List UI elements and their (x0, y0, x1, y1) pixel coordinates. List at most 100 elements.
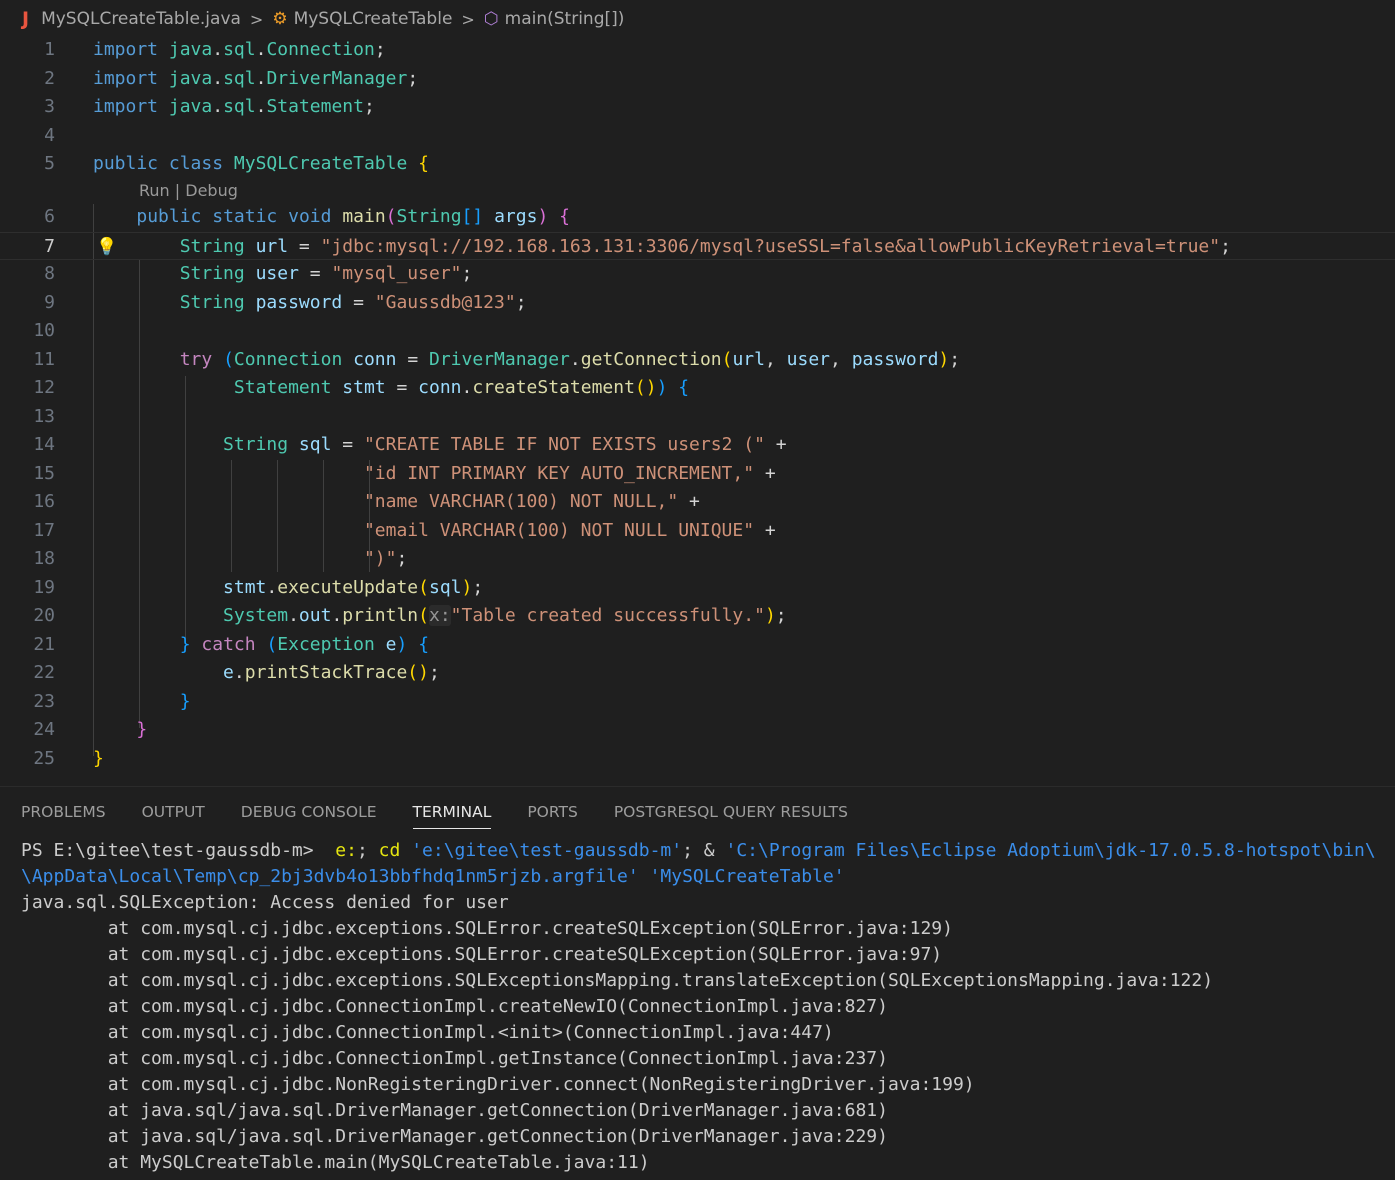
code-line[interactable]: 15 "id INT PRIMARY KEY AUTO_INCREMENT," … (0, 460, 1395, 488)
code-token: println (342, 605, 419, 626)
tab-postgresql-query-results[interactable]: POSTGRESQL QUERY RESULTS (614, 787, 848, 837)
code-line[interactable]: 8 String user = "mysql_user"; (0, 260, 1395, 288)
code-line[interactable]: 17 "email VARCHAR(100) NOT NULL UNIQUE" … (0, 517, 1395, 545)
code-line[interactable]: 20 System.out.println(x:"Table created s… (0, 602, 1395, 630)
code-token: . (212, 67, 224, 89)
code-token: . (331, 605, 343, 626)
code-line[interactable]: 18 ")"; (0, 545, 1395, 573)
code-text: "email VARCHAR(100) NOT NULL UNIQUE" + (93, 517, 776, 545)
code-line[interactable]: 13 (0, 403, 1395, 431)
code-line[interactable]: 5 public class MySQLCreateTable { (0, 150, 1395, 178)
code-token: + (678, 491, 700, 512)
code-line[interactable]: 23 } (0, 688, 1395, 716)
tab-ports[interactable]: PORTS (527, 787, 578, 837)
breadcrumb-file[interactable]: MySQLCreateTable.java (41, 9, 241, 29)
code-text: public class MySQLCreateTable { (93, 150, 429, 178)
line-number: 11 (33, 348, 55, 370)
line-number: 25 (33, 747, 55, 769)
line-number: 20 (33, 605, 55, 626)
terminal-text: e: (335, 840, 357, 861)
terminal-line: java.sql.SQLException: Access denied for… (21, 890, 1395, 916)
terminal-output[interactable]: PS E:\gitee\test-gaussdb-m> e:; cd 'e:\g… (21, 838, 1395, 1176)
code-line[interactable]: 10 (0, 317, 1395, 345)
tab-terminal[interactable]: TERMINAL (412, 787, 491, 837)
code-line[interactable]: 22 e.printStackTrace(); (0, 659, 1395, 687)
code-text: } (93, 745, 104, 773)
code-line[interactable]: 16 "name VARCHAR(100) NOT NULL," + (0, 488, 1395, 516)
code-token: import (93, 39, 159, 60)
code-token: ) (656, 377, 668, 398)
code-token: String (179, 291, 245, 313)
code-text: } catch (Exception e) { (93, 631, 429, 659)
code-token: void (288, 206, 332, 227)
tab-debug-console[interactable]: DEBUG CONSOLE (241, 787, 377, 837)
terminal-text: java.sql.SQLException: Access denied for… (21, 892, 509, 913)
code-line[interactable]: 2 import java.sql.DriverManager; (0, 65, 1395, 93)
code-token: System (223, 605, 289, 626)
tab-problems[interactable]: PROBLEMS (21, 787, 106, 837)
line-number: 19 (33, 576, 55, 598)
code-token: ; (407, 67, 419, 89)
code-line[interactable]: 3 import java.sql.Statement; (0, 93, 1395, 121)
terminal-text: at java.sql/java.sql.DriverManager.getCo… (21, 1100, 888, 1121)
breadcrumb-method[interactable]: main(String[]) (505, 9, 625, 29)
code-token: . (288, 605, 299, 626)
terminal-line: at com.mysql.cj.jdbc.exceptions.SQLError… (21, 916, 1395, 942)
code-token: . (255, 96, 267, 117)
code-line[interactable]: 19 stmt.executeUpdate(sql); (0, 574, 1395, 602)
code-line[interactable]: 24 } (0, 716, 1395, 744)
codelens-run-debug[interactable]: Run | Debug (139, 179, 238, 203)
code-line[interactable]: 1 import java.sql.Connection; (0, 36, 1395, 64)
line-number: 12 (33, 377, 55, 398)
code-editor[interactable]: Run | Debug 1 import java.sql.Connection;… (0, 36, 1395, 786)
terminal-text: ; & (682, 840, 726, 861)
code-token: . (233, 662, 245, 683)
terminal-line: at java.sql/java.sql.DriverManager.getCo… (21, 1098, 1395, 1124)
code-text: String user = "mysql_user"; (93, 260, 473, 288)
code-line[interactable]: 14 String sql = "CREATE TABLE IF NOT EXI… (0, 431, 1395, 459)
code-text: String sql = "CREATE TABLE IF NOT EXISTS… (93, 431, 787, 459)
line-number: 8 (44, 263, 55, 284)
code-token: } (93, 747, 104, 769)
tab-output[interactable]: OUTPUT (142, 787, 205, 837)
line-number: 14 (33, 434, 55, 455)
code-token: java (168, 67, 213, 89)
terminal-text: at java.sql/java.sql.DriverManager.getCo… (21, 1126, 888, 1147)
code-line[interactable]: 11 try (Connection conn = DriverManager.… (0, 346, 1395, 374)
code-token: main (342, 206, 386, 227)
line-number: 16 (33, 491, 55, 512)
code-token: String (396, 206, 462, 227)
code-token: Statement (266, 96, 364, 117)
code-line[interactable]: 6 public static void main(String[] args)… (0, 203, 1395, 231)
code-line[interactable]: 4 (0, 122, 1395, 150)
code-line[interactable]: 9 String password = "Gaussdb@123"; (0, 289, 1395, 317)
method-cube-icon: ⬡ (483, 9, 499, 29)
code-line[interactable]: 7 💡 String url = "jdbc:mysql://192.168.16… (0, 231, 1395, 260)
code-text: "id INT PRIMARY KEY AUTO_INCREMENT," + (93, 460, 776, 488)
code-line[interactable]: 25} (0, 745, 1395, 773)
breadcrumb-class[interactable]: MySQLCreateTable (294, 9, 453, 29)
code-token: ; (428, 662, 440, 683)
code-token: password (255, 291, 343, 313)
inlay-hint: x: (428, 605, 451, 626)
code-line[interactable]: 21 } catch (Exception e) { (0, 631, 1395, 659)
terminal-text: cd (378, 840, 401, 861)
code-line[interactable]: 12 Statement stmt = conn.createStatement… (0, 374, 1395, 402)
code-token: Connection (266, 39, 375, 60)
code-token: static (212, 206, 278, 227)
code-token: MySQLCreateTable (233, 153, 408, 174)
code-token: sql (428, 576, 462, 598)
code-token: Exception (277, 633, 375, 655)
code-token: "Gaussdb@123" (374, 291, 516, 313)
code-token: } (179, 690, 191, 712)
code-token: = (298, 263, 332, 284)
code-token: args (494, 206, 538, 227)
code-token: "name VARCHAR(100) NOT NULL," (363, 491, 679, 512)
code-token: ( (418, 605, 429, 626)
